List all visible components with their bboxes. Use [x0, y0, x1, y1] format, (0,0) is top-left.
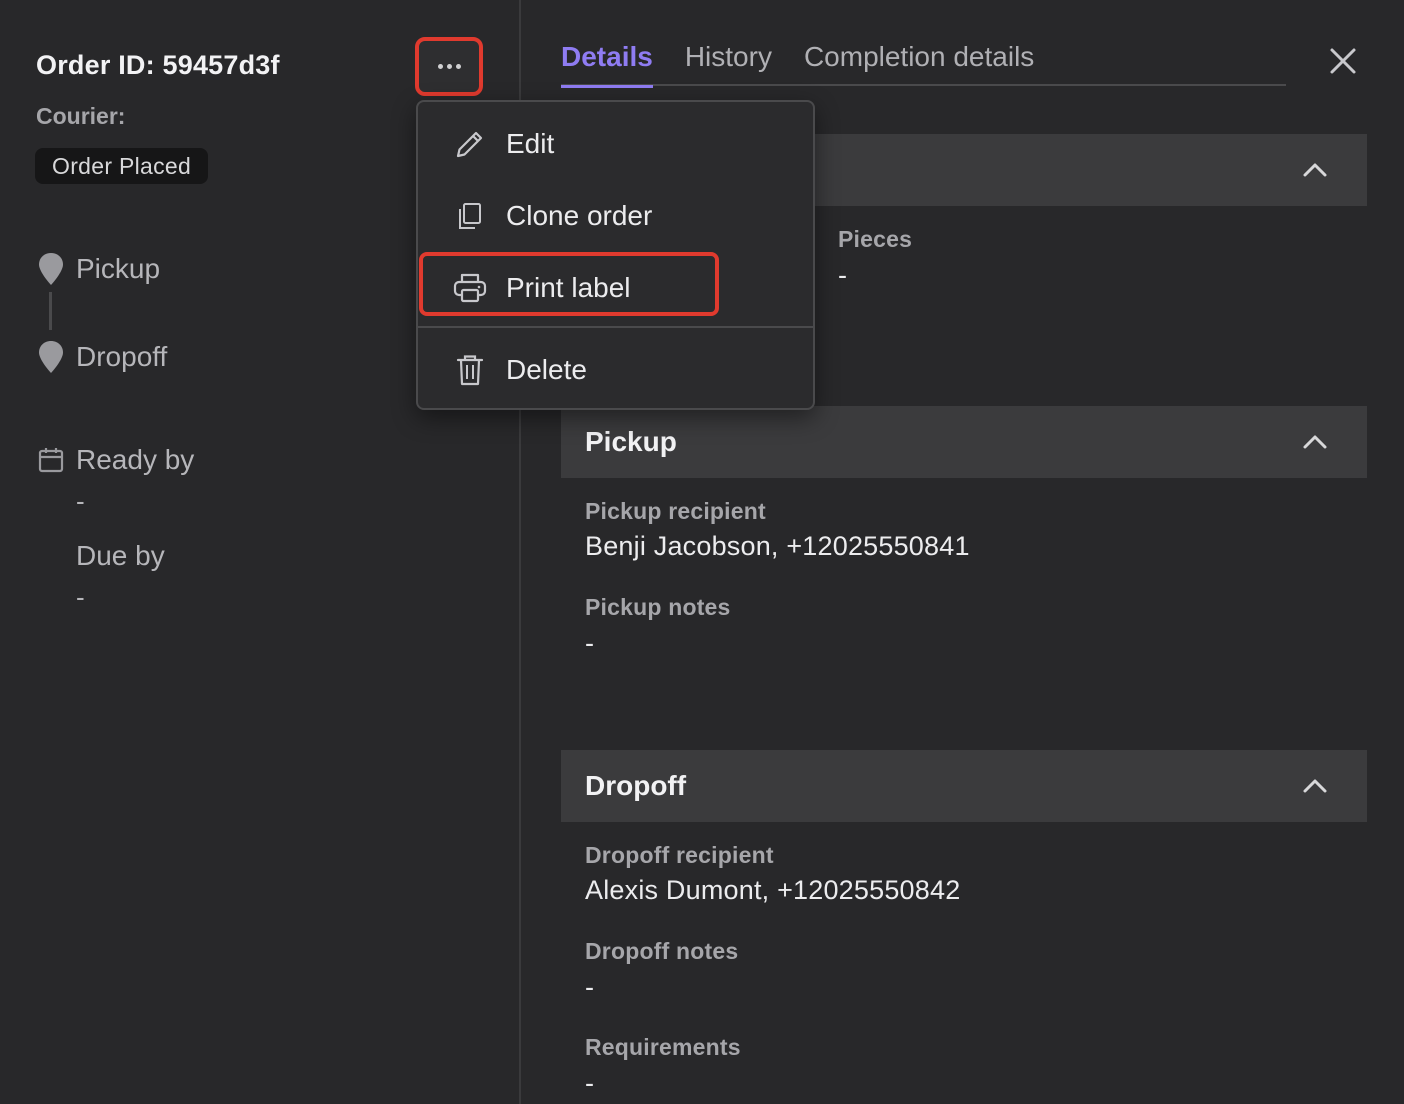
pieces-label: Pieces	[838, 226, 913, 252]
tab-details[interactable]: Details	[561, 38, 653, 88]
pickup-label: Pickup	[76, 253, 161, 284]
print-label-highlight	[419, 252, 719, 316]
pickup-notes-label: Pickup notes	[585, 594, 731, 620]
pickup-stop: Pickup	[38, 252, 160, 286]
menu-item-clone-order[interactable]: Clone order	[418, 186, 813, 246]
tab-history[interactable]: History	[685, 38, 772, 86]
trash-icon	[456, 355, 484, 386]
order-id-title: Order ID: 59457d3f	[36, 50, 280, 80]
due-by-label: Due by	[76, 540, 165, 571]
due-by-value: -	[76, 582, 85, 612]
ready-by-label: Ready by	[76, 444, 195, 475]
dropoff-recipient-label: Dropoff recipient	[585, 842, 774, 868]
pickup-notes-value: -	[585, 628, 595, 658]
status-badge: Order Placed	[35, 148, 209, 184]
more-options-button[interactable]	[415, 37, 483, 96]
calendar-icon	[38, 448, 64, 473]
pickup-recipient-label: Pickup recipient	[585, 498, 766, 524]
dropoff-notes-label: Dropoff notes	[585, 938, 739, 964]
map-pin-icon	[39, 341, 63, 373]
section-header-dropoff[interactable]: Dropoff	[561, 750, 1367, 822]
menu-item-label: Edit	[506, 128, 555, 159]
menu-item-delete[interactable]: Delete	[418, 340, 813, 400]
menu-item-label: Clone order	[506, 200, 653, 231]
requirements-value: -	[585, 1068, 595, 1098]
order-detail-panel: Order ID: 59457d3f Courier: Order Placed…	[0, 0, 1404, 1104]
ellipsis-icon	[437, 64, 461, 69]
chevron-up-icon[interactable]	[1301, 158, 1329, 180]
section-title-pickup: Pickup	[585, 426, 677, 457]
courier-label: Courier:	[36, 103, 126, 129]
section-title-dropoff: Dropoff	[585, 770, 687, 801]
menu-item-label: Delete	[506, 354, 587, 385]
detail-tabs: Details History Completion details	[561, 38, 1286, 88]
dropoff-stop: Dropoff	[38, 340, 167, 374]
menu-item-edit[interactable]: Edit	[418, 114, 813, 174]
dropoff-notes-value: -	[585, 972, 595, 1002]
pickup-recipient-value: Benji Jacobson, +12025550841	[585, 531, 970, 561]
close-icon[interactable]	[1324, 42, 1362, 80]
copy-icon	[459, 203, 481, 229]
ready-by-value: -	[76, 486, 85, 516]
pencil-icon	[456, 131, 483, 158]
pieces-value: -	[838, 260, 848, 290]
tab-completion-details[interactable]: Completion details	[804, 38, 1034, 86]
dropoff-recipient-value: Alexis Dumont, +12025550842	[585, 875, 961, 905]
ready-by-row: Ready by	[38, 444, 194, 476]
requirements-label: Requirements	[585, 1034, 741, 1060]
route-connector	[49, 292, 52, 330]
menu-divider	[418, 326, 813, 328]
chevron-up-icon[interactable]	[1301, 430, 1329, 452]
chevron-up-icon[interactable]	[1301, 774, 1329, 796]
map-pin-icon	[39, 253, 63, 285]
section-header-pickup[interactable]: Pickup	[561, 406, 1367, 478]
dropoff-label: Dropoff	[76, 341, 168, 372]
